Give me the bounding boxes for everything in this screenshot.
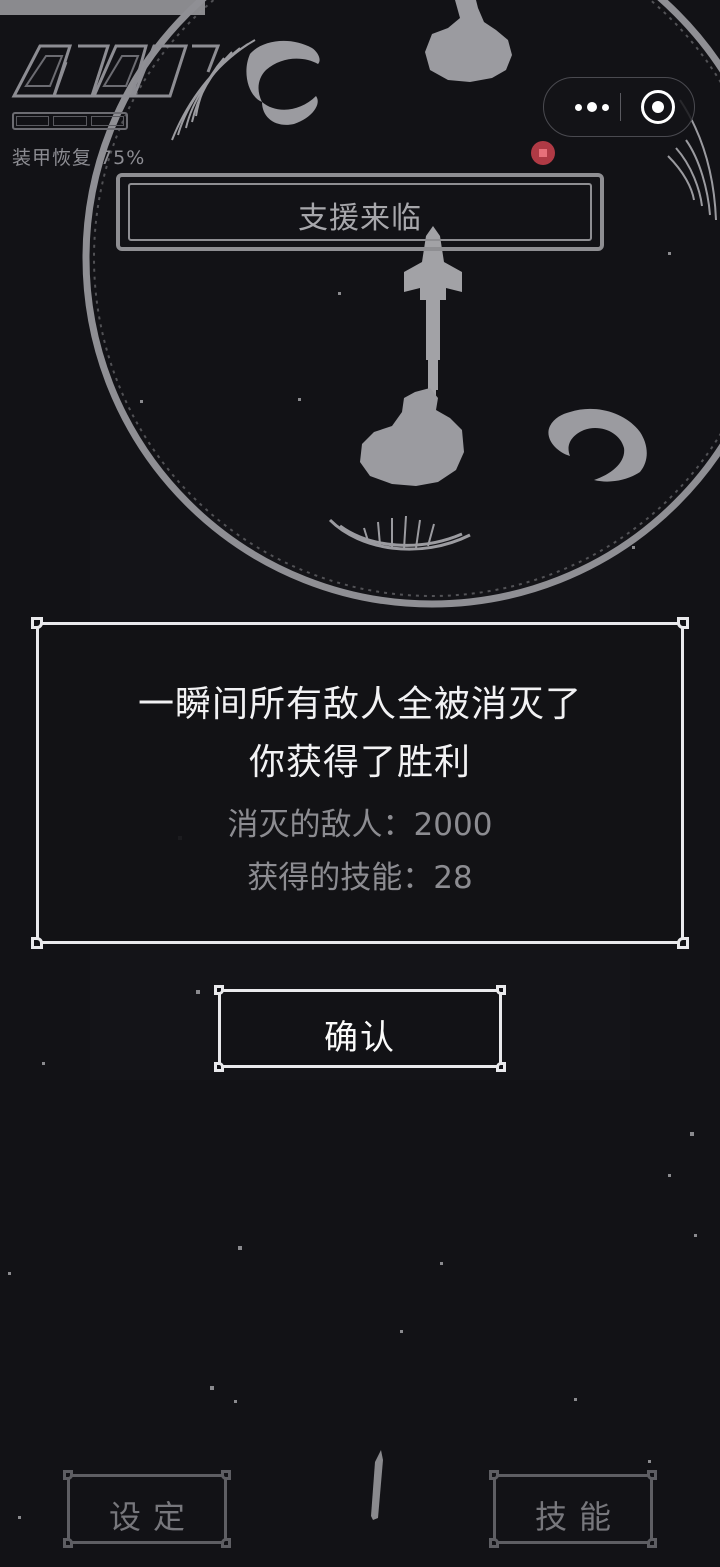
- miniprogram-capsule: [543, 77, 695, 137]
- stat-enemies: 消灭的敌人：2000: [39, 799, 681, 844]
- armor-percent: 75%: [100, 147, 146, 169]
- missile-icon: [371, 1450, 383, 1520]
- stat-enemies-label: 消灭的敌人：: [227, 807, 414, 843]
- blob-center: [360, 388, 464, 486]
- settings-button-label: 设定: [108, 1498, 197, 1536]
- armor-recovery-label: 装甲恢复 75%: [12, 143, 153, 170]
- blob-top: [425, 0, 512, 82]
- armor-label-text: 装甲恢复: [12, 147, 93, 169]
- dialog-message-line1: 一瞬间所有敌人全被消灭了: [137, 684, 582, 725]
- dialog-message-line2: 你获得了胜利: [248, 742, 471, 783]
- game-stage[interactable]: 装甲恢复 75% 支援来临 一瞬间所有敌人全被消灭了 你获得了胜利 消灭的敌人：2…: [0, 0, 720, 1567]
- stat-enemies-value: 2000: [413, 807, 493, 843]
- alert-indicator-icon: [531, 141, 555, 165]
- target-close-icon[interactable]: [641, 90, 675, 124]
- confirm-button-label: 确认: [324, 1018, 396, 1058]
- support-banner: 支援来临: [116, 173, 604, 251]
- stat-skills-value: 28: [433, 860, 473, 896]
- top-strip: [0, 0, 205, 15]
- support-banner-text: 支援来临: [298, 201, 422, 236]
- stat-skills: 获得的技能：28: [39, 852, 681, 897]
- stat-skills-label: 获得的技能：: [247, 860, 434, 896]
- skills-button[interactable]: 技能: [489, 1470, 657, 1548]
- confirm-button[interactable]: 确认: [214, 985, 506, 1072]
- spaceship: [404, 226, 462, 406]
- armor-logo-icon: [11, 44, 220, 98]
- armor-bar: [12, 112, 128, 130]
- capsule-divider: [620, 93, 621, 121]
- victory-dialog: 一瞬间所有敌人全被消灭了 你获得了胜利 消灭的敌人：2000 获得的技能：28: [31, 617, 689, 949]
- crescent-right: [548, 408, 647, 482]
- settings-button[interactable]: 设定: [63, 1470, 231, 1548]
- crescent-upper: [246, 40, 320, 102]
- more-dots-icon[interactable]: [564, 78, 620, 136]
- skills-button-label: 技能: [534, 1498, 623, 1536]
